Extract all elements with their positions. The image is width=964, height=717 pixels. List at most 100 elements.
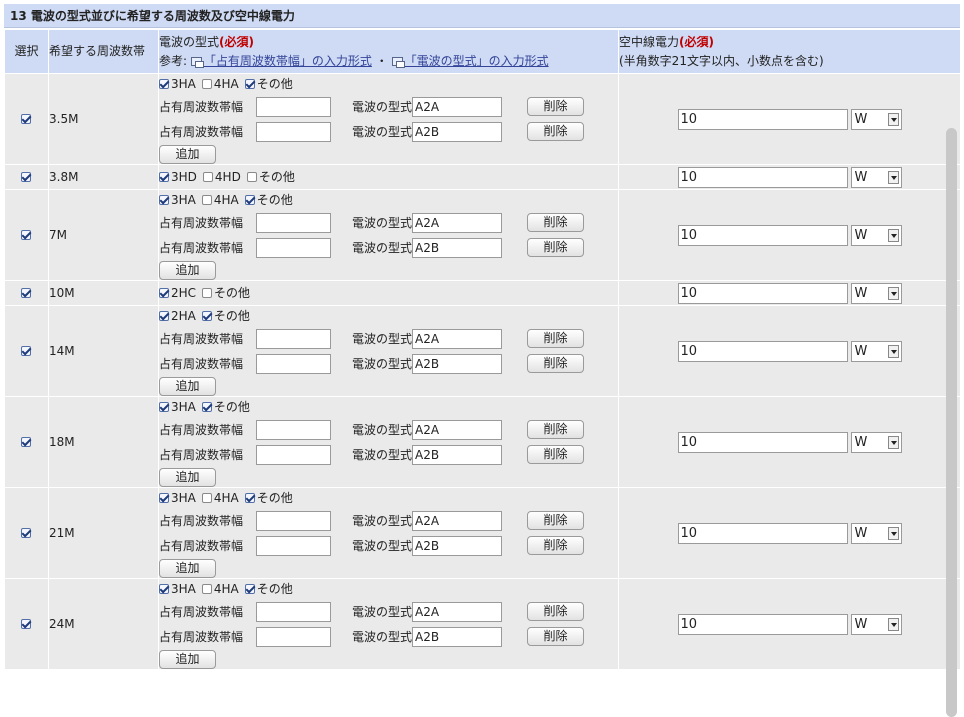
- emission-class-checkbox[interactable]: その他: [246, 167, 295, 187]
- power-unit-select[interactable]: W: [850, 522, 902, 544]
- occupied-bandwidth-input[interactable]: [256, 419, 331, 440]
- power-unit-select[interactable]: W: [850, 224, 902, 246]
- power-unit-select[interactable]: W: [850, 431, 902, 453]
- delete-button[interactable]: 削除: [527, 511, 585, 530]
- select-checkbox[interactable]: [20, 346, 31, 356]
- emission-class-checkbox[interactable]: 2HC: [159, 283, 196, 303]
- power-unit-select[interactable]: W: [850, 613, 902, 635]
- antenna-power-input[interactable]: 10: [677, 340, 848, 362]
- emission-type-input[interactable]: A2A: [412, 212, 503, 233]
- emission-type-input[interactable]: A2A: [412, 510, 503, 531]
- power-unit-select[interactable]: W: [850, 282, 902, 304]
- delete-button[interactable]: 削除: [527, 329, 585, 348]
- emission-class-checkbox[interactable]: 3HA: [159, 579, 196, 599]
- occupied-bandwidth-input[interactable]: [256, 328, 331, 349]
- add-button[interactable]: 追加: [159, 261, 216, 280]
- power-format-note: (半角数字21文字以内、小数点を含む): [619, 53, 824, 68]
- vertical-scrollbar[interactable]: [946, 128, 957, 717]
- select-cell: [4, 305, 49, 397]
- emission-class-checkbox[interactable]: 4HA: [201, 74, 239, 94]
- occupied-bandwidth-format-link[interactable]: 「占有周波数帯幅」の入力形式: [204, 54, 372, 68]
- emission-class-checkbox[interactable]: その他: [244, 190, 293, 210]
- add-button[interactable]: 追加: [159, 559, 216, 578]
- antenna-power-input[interactable]: 10: [677, 431, 848, 453]
- emission-type-input[interactable]: A2A: [412, 419, 503, 440]
- emission-type-input[interactable]: A2B: [412, 626, 503, 647]
- emission-type-input[interactable]: A2B: [412, 353, 503, 374]
- emission-class-checkbox[interactable]: 3HA: [159, 397, 196, 417]
- header-band: 希望する周波数帯: [48, 29, 159, 74]
- occupied-bandwidth-input[interactable]: [256, 353, 331, 374]
- emission-class-checkbox[interactable]: その他: [244, 488, 293, 508]
- delete-button[interactable]: 削除: [527, 213, 585, 232]
- power-unit-value: W: [854, 111, 868, 127]
- emission-class-checkbox[interactable]: 3HA: [159, 488, 196, 508]
- emission-class-checkbox[interactable]: 3HD: [159, 167, 197, 187]
- emission-type-input[interactable]: A2A: [412, 328, 503, 349]
- delete-button[interactable]: 削除: [527, 122, 585, 141]
- antenna-power-input[interactable]: 10: [677, 224, 848, 246]
- emission-type-input[interactable]: A2A: [412, 96, 503, 117]
- select-checkbox[interactable]: [20, 288, 31, 298]
- emission-type-input[interactable]: A2B: [412, 444, 503, 465]
- emission-class-checkbox[interactable]: 4HD: [202, 167, 241, 187]
- delete-button[interactable]: 削除: [527, 97, 585, 116]
- delete-button[interactable]: 削除: [527, 420, 585, 439]
- delete-button[interactable]: 削除: [527, 445, 585, 464]
- antenna-power-input[interactable]: 10: [677, 282, 848, 304]
- emission-class-checkbox[interactable]: 3HA: [159, 190, 196, 210]
- delete-button[interactable]: 削除: [527, 627, 585, 646]
- delete-button[interactable]: 削除: [527, 354, 585, 373]
- occupied-bandwidth-input[interactable]: [256, 237, 331, 258]
- emission-type-input[interactable]: A2B: [412, 121, 503, 142]
- select-checkbox[interactable]: [20, 230, 31, 240]
- power-unit-select[interactable]: W: [850, 166, 902, 188]
- occupied-bandwidth-input[interactable]: [256, 212, 331, 233]
- emission-type-input[interactable]: A2B: [412, 237, 503, 258]
- select-checkbox[interactable]: [20, 437, 31, 447]
- add-button[interactable]: 追加: [159, 145, 216, 164]
- checkbox-icon: [202, 172, 213, 182]
- power-unit-select[interactable]: W: [850, 108, 902, 130]
- emission-class-checkbox[interactable]: 4HA: [201, 488, 239, 508]
- occupied-bandwidth-label: 占有周波数帯幅: [159, 423, 244, 437]
- ref-separator: ・: [375, 53, 388, 68]
- emission-class-checkbox[interactable]: 4HA: [201, 579, 239, 599]
- select-checkbox[interactable]: [20, 172, 31, 182]
- occupied-bandwidth-input[interactable]: [256, 535, 331, 556]
- occupied-bandwidth-input[interactable]: [256, 601, 331, 622]
- delete-button[interactable]: 削除: [527, 602, 585, 621]
- emission-type-input[interactable]: A2A: [412, 601, 503, 622]
- select-checkbox[interactable]: [20, 619, 31, 629]
- emission-class-checkbox[interactable]: 3HA: [159, 74, 196, 94]
- select-checkbox[interactable]: [20, 114, 31, 124]
- add-button[interactable]: 追加: [159, 377, 216, 396]
- emission-class-checkbox[interactable]: 4HA: [201, 190, 239, 210]
- occupied-bandwidth-input[interactable]: [256, 510, 331, 531]
- emission-class-checkbox[interactable]: その他: [201, 306, 250, 326]
- checkbox-icon: [159, 493, 169, 503]
- select-checkbox[interactable]: [20, 528, 31, 538]
- occupied-bandwidth-input[interactable]: [256, 626, 331, 647]
- emission-class-checkbox[interactable]: その他: [201, 397, 250, 417]
- emission-type-format-link[interactable]: 「電波の型式」の入力形式: [405, 54, 549, 68]
- emission-class-checkbox[interactable]: その他: [202, 283, 250, 303]
- occupied-bandwidth-input[interactable]: [256, 96, 331, 117]
- delete-button[interactable]: 削除: [527, 536, 585, 555]
- antenna-power-input[interactable]: 10: [677, 522, 848, 544]
- antenna-power-input[interactable]: 10: [677, 166, 848, 188]
- emission-type-label: 電波の型式: [352, 539, 413, 553]
- add-button[interactable]: 追加: [159, 468, 216, 487]
- emission-type-input[interactable]: A2B: [412, 535, 503, 556]
- power-unit-value: W: [854, 434, 868, 450]
- add-button[interactable]: 追加: [159, 650, 216, 669]
- antenna-power-input[interactable]: 10: [677, 613, 848, 635]
- power-unit-select[interactable]: W: [850, 340, 902, 362]
- emission-class-checkbox[interactable]: その他: [244, 579, 293, 599]
- delete-button[interactable]: 削除: [527, 238, 585, 257]
- occupied-bandwidth-input[interactable]: [256, 121, 331, 142]
- antenna-power-input[interactable]: 10: [677, 108, 848, 130]
- emission-class-checkbox[interactable]: 2HA: [159, 306, 196, 326]
- occupied-bandwidth-input[interactable]: [256, 444, 331, 465]
- emission-class-checkbox[interactable]: その他: [244, 74, 293, 94]
